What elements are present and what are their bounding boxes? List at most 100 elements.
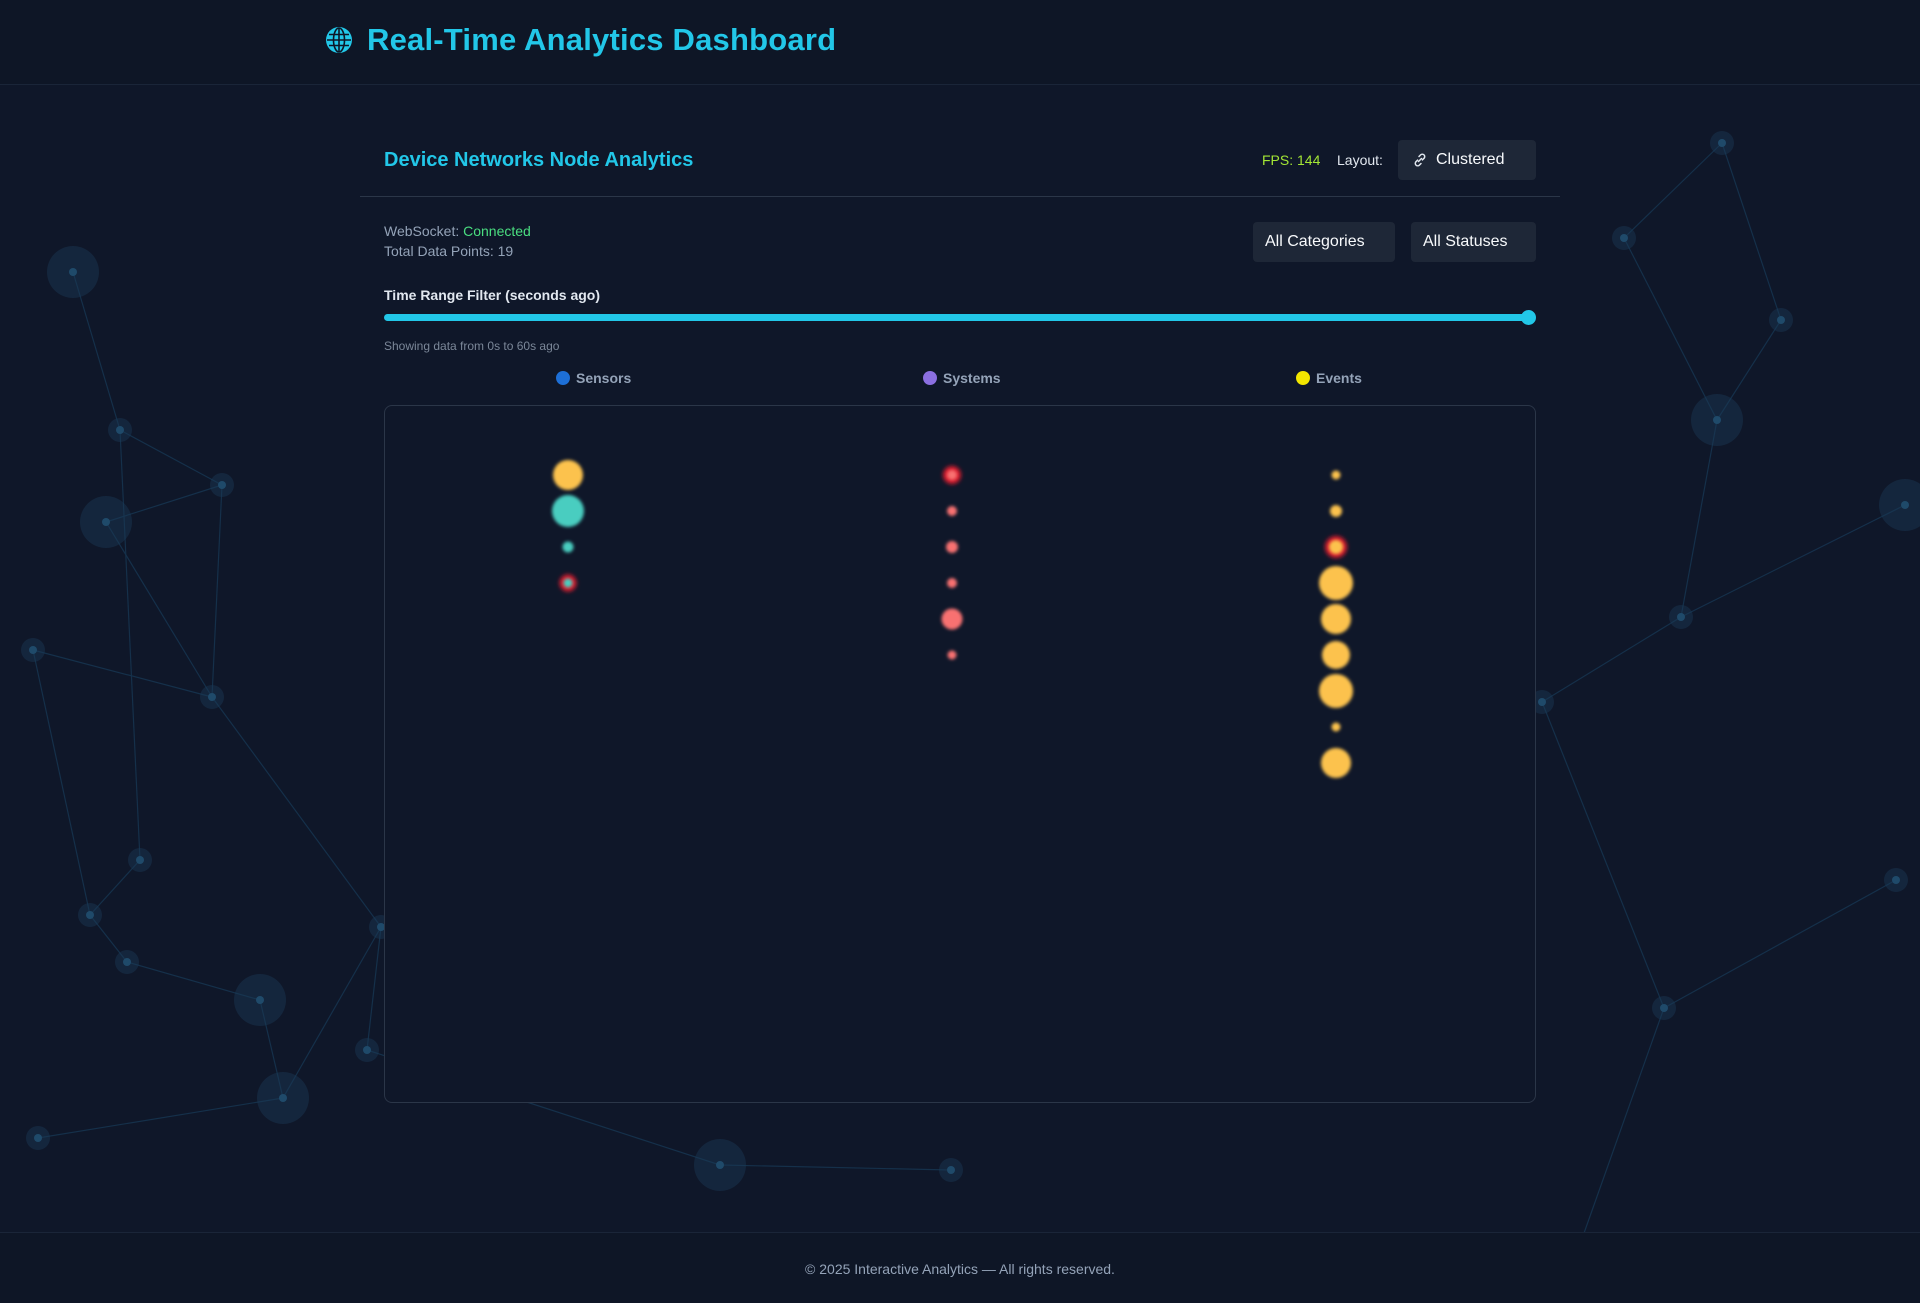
node-dot — [947, 470, 957, 480]
node-dot — [1319, 674, 1353, 708]
node-events-8[interactable] — [1321, 748, 1351, 778]
node-events-4[interactable] — [1321, 604, 1351, 634]
node-events-0[interactable] — [1331, 470, 1341, 480]
node-systems-0[interactable] — [943, 466, 961, 484]
legend-label-events: Events — [1316, 370, 1362, 386]
node-dot — [1322, 641, 1350, 669]
node-plot-area[interactable] — [384, 405, 1536, 1103]
network-node — [716, 1161, 724, 1169]
network-node — [136, 856, 144, 864]
network-edge — [1663, 879, 1897, 1009]
node-systems-5[interactable] — [947, 650, 957, 660]
node-systems-3[interactable] — [947, 578, 957, 588]
network-node — [1901, 501, 1909, 509]
network-node-glow — [1879, 479, 1920, 531]
network-node — [102, 518, 110, 526]
layout-toggle-button[interactable]: Clustered — [1398, 140, 1536, 180]
legend-swatch-events — [1296, 371, 1310, 385]
link-icon — [1414, 153, 1426, 167]
node-sensors-0[interactable] — [553, 460, 583, 490]
network-edge — [719, 1164, 952, 1171]
time-range-handle[interactable] — [1521, 310, 1536, 325]
node-dot — [947, 578, 957, 588]
category-select[interactable]: All Categories — [1253, 222, 1395, 262]
network-edge — [1623, 237, 1718, 421]
network-edge — [1680, 419, 1718, 618]
node-plot-svg — [552, 460, 1353, 778]
node-systems-4[interactable] — [941, 608, 963, 630]
network-node — [1892, 876, 1900, 884]
layout-value: Clustered — [1436, 151, 1505, 168]
analytics-panel: Device Networks Node Analytics FPS: 144 … — [360, 124, 1560, 1114]
node-sensors-3[interactable] — [559, 574, 577, 592]
node-dot — [1331, 722, 1341, 732]
legend-item-events: Events — [1296, 370, 1362, 386]
network-edge — [1721, 142, 1782, 321]
node-events-5[interactable] — [1322, 641, 1350, 669]
app-title: Real-Time Analytics Dashboard — [367, 22, 837, 57]
network-edge — [211, 484, 223, 698]
network-node — [29, 646, 37, 654]
network-node — [1620, 234, 1628, 242]
network-edge — [119, 429, 141, 861]
node-events-2[interactable] — [1325, 536, 1347, 558]
websocket-label: WebSocket: — [384, 223, 464, 239]
node-dot — [947, 506, 957, 516]
node-dot — [1331, 470, 1341, 480]
node-events-7[interactable] — [1331, 722, 1341, 732]
network-edge — [105, 521, 213, 698]
node-events-6[interactable] — [1319, 674, 1353, 708]
node-dot — [1321, 604, 1351, 634]
network-edge — [1577, 1007, 1665, 1251]
legend-label-sensors: Sensors — [576, 370, 632, 386]
websocket-status: WebSocket: Connected — [384, 223, 531, 239]
node-dot — [562, 541, 574, 553]
time-range-label: Time Range Filter (seconds ago) — [384, 287, 601, 303]
node-events-1[interactable] — [1330, 505, 1342, 517]
layout-label: Layout: — [1337, 152, 1383, 168]
network-node — [218, 481, 226, 489]
network-node — [947, 1166, 955, 1174]
network-node — [34, 1134, 42, 1142]
node-dot — [941, 608, 963, 630]
node-systems-1[interactable] — [947, 506, 957, 516]
network-edge — [37, 1097, 284, 1139]
network-edge — [32, 649, 91, 916]
time-range-caption: Showing data from 0s to 60s ago — [384, 339, 560, 353]
network-node — [1777, 316, 1785, 324]
legend-swatch-sensors — [556, 371, 570, 385]
node-events-3[interactable] — [1319, 566, 1353, 600]
node-dot — [553, 460, 583, 490]
websocket-value: Connected — [463, 223, 531, 239]
panel-header: Device Networks Node Analytics FPS: 144 … — [360, 124, 1560, 197]
network-node — [1660, 1004, 1668, 1012]
network-edge — [1680, 504, 1906, 618]
network-node — [116, 426, 124, 434]
node-dot — [552, 495, 584, 527]
legend-label-systems: Systems — [943, 370, 1001, 386]
network-node — [279, 1094, 287, 1102]
network-node — [1677, 613, 1685, 621]
network-edge — [1623, 142, 1723, 239]
time-range-track[interactable] — [384, 314, 1528, 321]
node-sensors-1[interactable] — [552, 495, 584, 527]
network-node — [208, 693, 216, 701]
network-node — [1713, 416, 1721, 424]
network-edge — [32, 649, 213, 698]
node-dot — [946, 541, 958, 553]
network-node — [69, 268, 77, 276]
node-systems-2[interactable] — [946, 541, 958, 553]
total-data-points: Total Data Points: 19 — [384, 243, 514, 259]
node-dot — [1329, 540, 1343, 554]
node-sensors-2[interactable] — [562, 541, 574, 553]
panel-title: Device Networks Node Analytics — [384, 149, 694, 171]
globe-icon — [326, 27, 352, 53]
legend-swatch-systems — [923, 371, 937, 385]
legend-item-systems: Systems — [923, 370, 1001, 386]
network-node — [123, 958, 131, 966]
fps-counter: FPS: 144 — [1262, 152, 1321, 168]
node-dot — [947, 650, 957, 660]
network-node — [86, 911, 94, 919]
status-select[interactable]: All Statuses — [1411, 222, 1536, 262]
brand: Real-Time Analytics Dashboard — [325, 22, 836, 58]
